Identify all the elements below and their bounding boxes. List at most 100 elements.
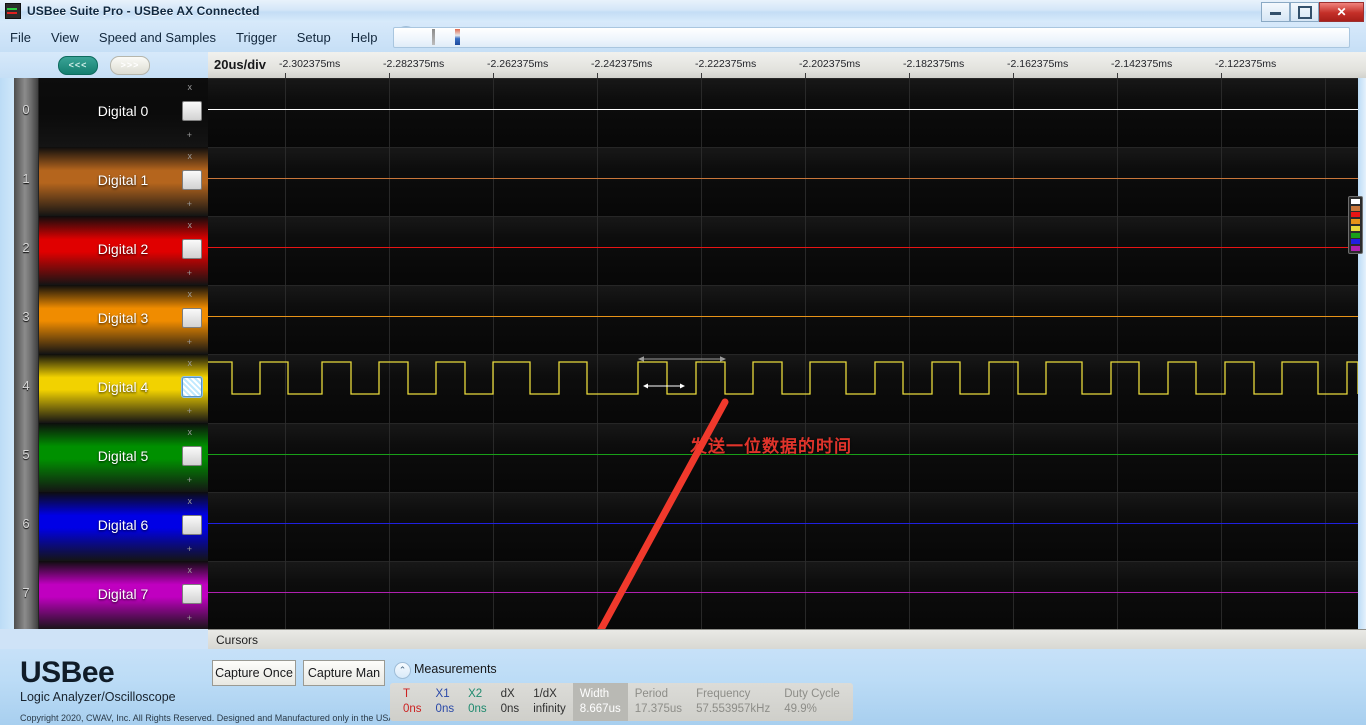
capture-manual-button[interactable]: Capture Man <box>303 660 385 686</box>
channel-row-6[interactable]: 6xDigital 6+ <box>14 492 208 561</box>
vertical-scrollbar[interactable] <box>1358 78 1366 629</box>
measurement-column: dX0ns <box>494 683 527 721</box>
measurement-value: 49.9% <box>784 702 840 717</box>
channel-enable-checkbox[interactable] <box>182 377 202 397</box>
legend-swatch-7 <box>1351 246 1360 251</box>
channel-add-icon[interactable]: + <box>187 337 192 347</box>
channel-row-1[interactable]: 1xDigital 1+ <box>14 147 208 216</box>
channel-number: 0 <box>14 102 38 117</box>
ruler-tick-label: -2.142375ms <box>1111 58 1172 70</box>
legend-swatch-0 <box>1351 199 1360 204</box>
channel-number: 4 <box>14 378 38 393</box>
channel-enable-checkbox[interactable] <box>182 515 202 535</box>
step-backward-button[interactable]: <<< <box>58 56 98 75</box>
channel-enable-checkbox[interactable] <box>182 239 202 259</box>
waveform-display[interactable] <box>208 78 1358 629</box>
measurement-column: Frequency57.553957kHz <box>689 683 777 721</box>
channel-remove-icon[interactable]: x <box>188 427 193 437</box>
channel-add-icon[interactable]: + <box>187 544 192 554</box>
ruler-tick-label: -2.202375ms <box>799 58 860 70</box>
channel-row-5[interactable]: 5 x Digital 5 + <box>14 423 208 492</box>
brand-name: USBee <box>20 657 176 689</box>
measurement-value: 17.375us <box>635 702 682 717</box>
step-forward-button[interactable]: >>> <box>110 56 150 75</box>
menu-item-setup[interactable]: Setup <box>288 26 340 49</box>
channel-row-2[interactable]: 2 x Digital 2 + <box>14 216 208 285</box>
menu-item-view[interactable]: View <box>42 26 88 49</box>
maximize-icon <box>1298 6 1312 19</box>
measurement-label: Frequency <box>696 687 770 702</box>
waveform-lane-1 <box>208 147 1358 217</box>
legend-swatch-6 <box>1351 239 1360 244</box>
channel-remove-icon[interactable]: x <box>188 565 193 575</box>
channel-row-4[interactable]: 4xDigital 4+ <box>14 354 208 423</box>
capture-overview-scrollbar[interactable] <box>393 27 1350 48</box>
signal-line-1 <box>208 178 1358 179</box>
channel-row-0[interactable]: 0xDigital 0+ <box>14 78 208 147</box>
window-title: USBee Suite Pro - USBee AX Connected <box>27 4 260 18</box>
channel-remove-icon[interactable]: x <box>188 82 193 92</box>
channel-add-icon[interactable]: + <box>187 268 192 278</box>
measurement-value: 0ns <box>436 702 455 717</box>
ruler-tick-label: -2.262375ms <box>487 58 548 70</box>
channel-panel: 0xDigital 0+1xDigital 1+2xDigital 2+3xDi… <box>0 78 208 629</box>
channel-number: 3 <box>14 309 38 324</box>
measurement-column: Width8.667us <box>573 683 628 721</box>
menu-item-help[interactable]: Help <box>342 26 387 49</box>
channel-enable-checkbox[interactable] <box>182 584 202 604</box>
channel-row-3[interactable]: 3xDigital 3+ <box>14 285 208 354</box>
channel-enable-checkbox[interactable] <box>182 446 202 466</box>
channel-add-icon[interactable]: + <box>187 199 192 209</box>
channel-remove-icon[interactable]: x <box>188 151 193 161</box>
waveform-lane-2 <box>208 216 1358 286</box>
menu-item-file[interactable]: File <box>1 26 40 49</box>
channel-enable-checkbox[interactable] <box>182 170 202 190</box>
menu-item-trigger[interactable]: Trigger <box>227 26 286 49</box>
measurement-column: X20ns <box>461 683 494 721</box>
channel-strip: 0xDigital 0+1xDigital 1+2xDigital 2+3xDi… <box>14 78 208 629</box>
measurement-column: Duty Cycle49.9% <box>777 683 847 721</box>
measurement-column: 1/dXinfinity <box>526 683 573 721</box>
channel-remove-icon[interactable]: x <box>188 289 193 299</box>
channel-remove-icon[interactable]: x <box>188 358 193 368</box>
channel-add-icon[interactable]: + <box>187 475 192 485</box>
capture-once-button[interactable]: Capture Once <box>212 660 296 686</box>
measurements-collapse-icon[interactable]: ⌃ <box>394 662 411 679</box>
ruler-tick-label: -2.242375ms <box>591 58 652 70</box>
channel-name-band: Digital 2 <box>38 236 208 262</box>
legend-swatch-5 <box>1351 233 1360 238</box>
channel-remove-icon[interactable]: x <box>188 220 193 230</box>
overview-marker-gray <box>432 29 435 45</box>
minimize-button[interactable] <box>1261 2 1290 22</box>
waveform-lane-6 <box>208 492 1358 562</box>
channel-enable-checkbox[interactable] <box>182 308 202 328</box>
channel-number: 1 <box>14 171 38 186</box>
minimize-icon <box>1270 9 1281 15</box>
width-cursor-marker <box>643 382 685 390</box>
channel-number: 5 <box>14 447 38 462</box>
channel-name-band: Digital 5 <box>38 443 208 469</box>
channel-row-7[interactable]: 7xDigital 7+ <box>14 561 208 629</box>
channel-add-icon[interactable]: + <box>187 406 192 416</box>
menu-item-speed-and-samples[interactable]: Speed and Samples <box>90 26 225 49</box>
measurement-column: X10ns <box>429 683 462 721</box>
channel-add-icon[interactable]: + <box>187 130 192 140</box>
maximize-button[interactable] <box>1290 2 1319 22</box>
app-logo-icon <box>5 3 21 19</box>
channel-add-icon[interactable]: + <box>187 613 192 623</box>
nav-pill-toolbar: <<< >>> <box>0 52 208 78</box>
ruler-tick-label: -2.162375ms <box>1007 58 1068 70</box>
channel-enable-checkbox[interactable] <box>182 101 202 121</box>
window-controls: ✕ <box>1261 1 1364 22</box>
title-bar: USBee Suite Pro - USBee AX Connected ✕ <box>0 0 1366 23</box>
close-button[interactable]: ✕ <box>1319 2 1364 22</box>
measurement-label: Period <box>635 687 682 702</box>
overview-marker-trigger <box>455 29 460 45</box>
measurements-title: Measurements <box>414 662 497 676</box>
channel-remove-icon[interactable]: x <box>188 496 193 506</box>
waveform-lane-0 <box>208 78 1358 148</box>
measurement-value: 57.553957kHz <box>696 702 770 717</box>
time-ruler[interactable]: 20us/div -2.302375ms-2.282375ms-2.262375… <box>208 52 1366 79</box>
ruler-tick-label: -2.182375ms <box>903 58 964 70</box>
channel-number: 2 <box>14 240 38 255</box>
